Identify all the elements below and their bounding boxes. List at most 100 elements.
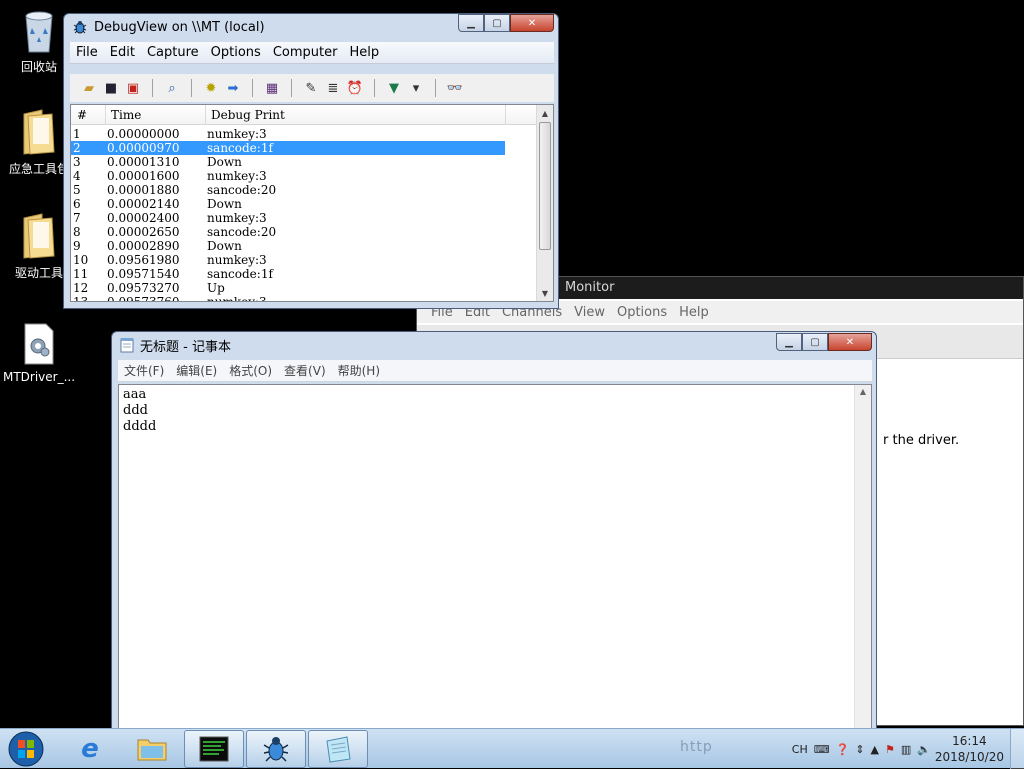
maximize-button[interactable]: ▢ bbox=[484, 14, 510, 32]
column-header-number[interactable]: # bbox=[77, 108, 87, 122]
capture-kernel-icon[interactable]: ▦ bbox=[263, 79, 281, 97]
close-button[interactable]: ✕ bbox=[510, 14, 554, 32]
notepad-vertical-scrollbar[interactable]: ▲ bbox=[854, 385, 871, 731]
debug-row[interactable]: 1 0.00000000 numkey:3 bbox=[71, 127, 537, 141]
clock[interactable]: 16:14 2018/10/20 bbox=[935, 733, 1004, 765]
notepad-menu-edit[interactable]: 编辑(E) bbox=[170, 362, 223, 379]
notepad-menu-help[interactable]: 帮助(H) bbox=[332, 362, 386, 379]
clock-time-icon[interactable]: ≣ bbox=[324, 79, 342, 97]
menu-help[interactable]: Help bbox=[343, 45, 385, 60]
menu-options[interactable]: Options bbox=[205, 45, 267, 60]
menu-edit[interactable]: Edit bbox=[104, 45, 141, 60]
scroll-thumb[interactable] bbox=[539, 122, 551, 250]
debug-output-list[interactable]: # Time Debug Print 1 0.00000000 numkey:3 2 0… bbox=[70, 104, 554, 302]
binoculars-icon[interactable]: 👓 bbox=[446, 79, 464, 97]
debugview-toolbar: ▰ ■ ▣ ⌕ ✹ ➡ ▦ ✎ ≣ ⏰ ▼ ▾ 👓 bbox=[70, 74, 554, 102]
row-number: 9 bbox=[73, 239, 81, 253]
notepad-text-area[interactable]: aaa ddd dddd ▲ bbox=[118, 384, 872, 732]
system-tray: CH ⌨ ❓ ⇕ ▲ ⚑ ▥ 🔈 bbox=[789, 729, 934, 769]
column-divider[interactable] bbox=[205, 105, 206, 125]
debug-row[interactable]: 5 0.00001880 sancode:20 bbox=[71, 183, 537, 197]
debug-row[interactable]: 7 0.00002400 numkey:3 bbox=[71, 211, 537, 225]
maximize-button[interactable]: ▢ bbox=[802, 333, 828, 351]
taskbar-debugview[interactable] bbox=[246, 730, 306, 768]
debug-row[interactable]: 2 0.00000970 sancode:1f bbox=[71, 141, 505, 155]
debug-row[interactable]: 13 0.09573760 numkey:3 bbox=[71, 295, 537, 301]
action-center-flag-icon[interactable]: ⚑ bbox=[885, 743, 895, 756]
autoscroll-arrow-icon[interactable]: ➡ bbox=[224, 79, 242, 97]
debug-row[interactable]: 10 0.09561980 numkey:3 bbox=[71, 253, 537, 267]
list-vertical-scrollbar[interactable]: ▲ ▼ bbox=[536, 105, 553, 301]
scroll-down-arrow-icon[interactable]: ▼ bbox=[537, 285, 553, 301]
show-hidden-icons-arrow-icon[interactable]: ▲ bbox=[871, 743, 879, 756]
notepad-titlebar[interactable]: 无标题 - 记事本 ▁ ▢ ✕ bbox=[112, 332, 876, 358]
minimize-button[interactable]: ▁ bbox=[458, 14, 484, 32]
debug-row[interactable]: 11 0.09571540 sancode:1f bbox=[71, 267, 537, 281]
find-icon[interactable]: ⌕ bbox=[163, 79, 181, 97]
minimize-icon: ▁ bbox=[467, 17, 475, 29]
row-time: 0.00002650 bbox=[107, 225, 180, 239]
debug-row[interactable]: 8 0.00002650 sancode:20 bbox=[71, 225, 537, 239]
taskbar-explorer[interactable] bbox=[122, 730, 182, 768]
keyboard-icon[interactable]: ⌨ bbox=[814, 743, 830, 756]
notepad-caption-buttons: ▁ ▢ ✕ bbox=[776, 333, 872, 351]
desktop-icon-mtdriver[interactable]: MTDriver_... bbox=[1, 322, 77, 384]
notepad-menu-view[interactable]: 查看(V) bbox=[278, 362, 332, 379]
minimize-button[interactable]: ▁ bbox=[776, 333, 802, 351]
scroll-up-arrow-icon[interactable]: ▲ bbox=[855, 387, 871, 401]
debug-row[interactable]: 12 0.09573270 Up bbox=[71, 281, 537, 295]
help-icon[interactable]: ❓ bbox=[836, 743, 850, 756]
debug-row[interactable]: 9 0.00002890 Down bbox=[71, 239, 537, 253]
notepad-line: dddd bbox=[123, 419, 157, 434]
debugview-titlebar[interactable]: DebugView on \\MT (local) ▁ ▢ ✕ bbox=[64, 14, 558, 40]
debugview-window[interactable]: DebugView on \\MT (local) ▁ ▢ ✕ File Edi… bbox=[63, 13, 559, 309]
notepad-menubar: 文件(F) 编辑(E) 格式(O) 查看(V) 帮助(H) bbox=[118, 360, 872, 382]
menu-file[interactable]: File bbox=[70, 45, 104, 60]
row-debug-print: sancode:1f bbox=[207, 267, 273, 281]
network-icon[interactable]: ▥ bbox=[901, 743, 911, 756]
save-icon[interactable]: ■ bbox=[102, 79, 120, 97]
column-header-time[interactable]: Time bbox=[111, 108, 141, 122]
taskbar-notepad[interactable] bbox=[308, 730, 368, 768]
show-desktop-button[interactable] bbox=[1010, 729, 1024, 769]
ime-options-icon[interactable]: ⇕ bbox=[855, 743, 864, 756]
column-divider[interactable] bbox=[105, 105, 106, 125]
taskbar-internet-explorer[interactable]: e bbox=[60, 730, 120, 768]
start-button[interactable] bbox=[4, 730, 48, 768]
notepad-menu-format[interactable]: 格式(O) bbox=[223, 362, 278, 379]
row-time: 0.00002890 bbox=[107, 239, 180, 253]
clock-date: 2018/10/20 bbox=[934, 750, 1004, 764]
close-icon: ✕ bbox=[845, 336, 855, 348]
monitor-menu-help[interactable]: Help bbox=[673, 305, 715, 320]
notepad-window[interactable]: 无标题 - 记事本 ▁ ▢ ✕ 文件(F) 编辑(E) 格式(O) 查看(V) … bbox=[111, 331, 877, 732]
volume-icon[interactable]: 🔈 bbox=[917, 743, 931, 756]
debug-row[interactable]: 4 0.00001600 numkey:3 bbox=[71, 169, 537, 183]
taskbar-console-app[interactable] bbox=[184, 730, 244, 768]
monitor-menu-options[interactable]: Options bbox=[611, 305, 673, 320]
scroll-up-arrow-icon[interactable]: ▲ bbox=[537, 105, 553, 121]
notepad-menu-file[interactable]: 文件(F) bbox=[118, 362, 170, 379]
highlight-icon[interactable]: ▾ bbox=[407, 79, 425, 97]
clear-display-icon[interactable]: ▣ bbox=[124, 79, 142, 97]
options-edit-icon[interactable]: ✎ bbox=[302, 79, 320, 97]
debug-row[interactable]: 3 0.00001310 Down bbox=[71, 155, 537, 169]
language-indicator[interactable]: CH bbox=[792, 743, 808, 756]
menu-capture[interactable]: Capture bbox=[141, 45, 205, 60]
row-number: 3 bbox=[73, 155, 81, 169]
monitor-menu-view[interactable]: View bbox=[568, 305, 611, 320]
menu-computer[interactable]: Computer bbox=[267, 45, 344, 60]
debug-row[interactable]: 6 0.00002140 Down bbox=[71, 197, 537, 211]
row-time: 0.00002400 bbox=[107, 211, 180, 225]
capture-gear-icon[interactable]: ✹ bbox=[202, 79, 220, 97]
bug-icon bbox=[263, 737, 289, 762]
column-header-debug-print[interactable]: Debug Print bbox=[211, 108, 285, 122]
open-folder-icon[interactable]: ▰ bbox=[80, 79, 98, 97]
list-header: # Time Debug Print bbox=[71, 105, 537, 125]
column-divider[interactable] bbox=[505, 105, 506, 125]
notepad-title: 无标题 - 记事本 bbox=[140, 339, 231, 355]
debugview-menubar: File Edit Capture Options Computer Help bbox=[70, 42, 554, 64]
alarm-clock-icon[interactable]: ⏰ bbox=[346, 79, 364, 97]
notepad-line: ddd bbox=[123, 403, 148, 418]
close-button[interactable]: ✕ bbox=[828, 333, 872, 351]
filter-icon[interactable]: ▼ bbox=[385, 79, 403, 97]
